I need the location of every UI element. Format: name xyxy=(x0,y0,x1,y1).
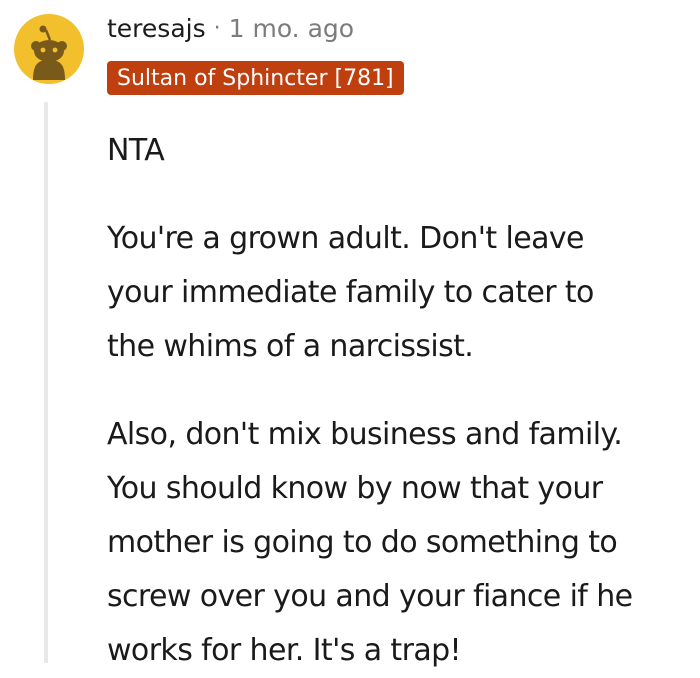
user-flair-badge: Sultan of Sphincter [781] xyxy=(107,61,404,95)
snoo-avatar-svg xyxy=(14,14,84,84)
comment-meta: teresajs · 1 mo. ago xyxy=(107,8,354,48)
body-line: your immediate family to cater to xyxy=(107,275,594,310)
body-line: works for her. It's a trap! xyxy=(107,633,462,668)
body-line: screw over you and your fiance if he xyxy=(107,579,633,614)
body-line: mother is going to do something to xyxy=(107,525,618,560)
body-line: Also, don't mix business and family. xyxy=(107,417,623,452)
body-line: NTA xyxy=(107,133,165,168)
snoo-avatar-icon[interactable] xyxy=(14,14,84,84)
comment-body: NTA You're a grown adult. Don't leave yo… xyxy=(107,124,697,678)
comment: teresajs · 1 mo. ago Sultan of Sphincter… xyxy=(0,0,700,668)
thread-collapse-line[interactable] xyxy=(44,102,48,663)
username-link[interactable]: teresajs xyxy=(107,14,206,43)
timestamp-link[interactable]: 1 mo. ago xyxy=(229,14,354,43)
body-line: You're a grown adult. Don't leave xyxy=(107,221,585,256)
meta-separator: · xyxy=(213,15,221,41)
body-line: You should know by now that your xyxy=(107,471,603,506)
body-line: the whims of a narcissist. xyxy=(107,329,474,364)
